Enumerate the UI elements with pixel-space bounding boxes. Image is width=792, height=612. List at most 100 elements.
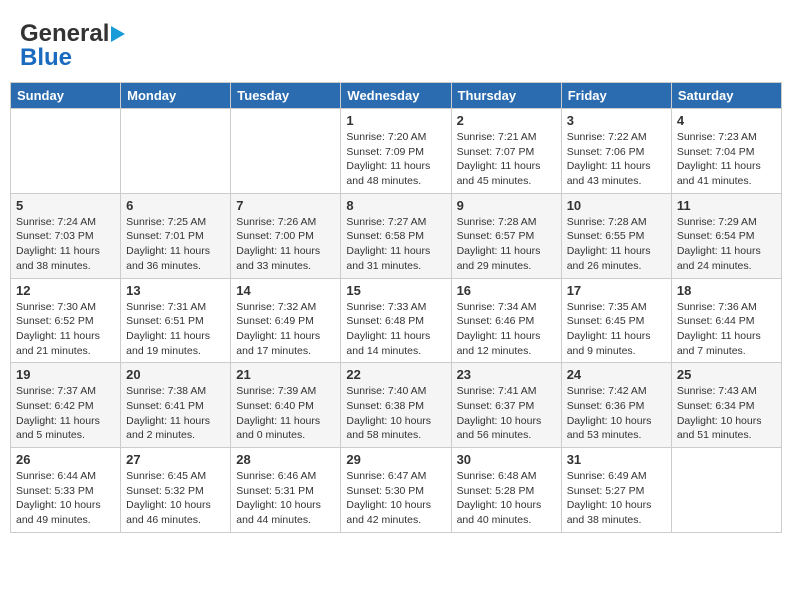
day-number: 18 (677, 283, 776, 298)
day-number: 26 (16, 452, 115, 467)
weekday-header-tuesday: Tuesday (231, 83, 341, 109)
calendar-cell: 1 Sunrise: 7:20 AM Sunset: 7:09 PM Daylig… (341, 109, 451, 194)
weekday-header-saturday: Saturday (671, 83, 781, 109)
calendar-cell: 27 Sunrise: 6:45 AM Sunset: 5:32 PM Dayli… (121, 448, 231, 533)
logo-blue: Blue (20, 44, 72, 72)
logo: General Blue (20, 20, 125, 72)
calendar-cell (121, 109, 231, 194)
calendar-body: 1 Sunrise: 7:20 AM Sunset: 7:09 PM Daylig… (11, 109, 782, 533)
day-number: 23 (457, 367, 556, 382)
calendar-cell: 9Sunrise: 7:28 AM Sunset: 6:57 PM Daylig… (451, 193, 561, 278)
day-number: 24 (567, 367, 666, 382)
day-number: 5 (16, 198, 115, 213)
calendar-cell: 31Sunrise: 6:49 AM Sunset: 5:27 PM Dayli… (561, 448, 671, 533)
day-info: Sunrise: 7:22 AM Sunset: 7:06 PM Dayligh… (567, 130, 666, 189)
day-number: 4 (677, 113, 776, 128)
day-info: Sunrise: 7:29 AM Sunset: 6:54 PM Dayligh… (677, 215, 776, 274)
day-info: Sunrise: 6:45 AM Sunset: 5:32 PM Dayligh… (126, 469, 225, 528)
day-number: 11 (677, 198, 776, 213)
calendar-cell: 18 Sunrise: 7:36 AM Sunset: 6:44 PM Dayli… (671, 278, 781, 363)
day-info: Sunrise: 7:38 AM Sunset: 6:41 PM Dayligh… (126, 384, 225, 443)
day-number: 19 (16, 367, 115, 382)
day-info: Sunrise: 7:31 AM Sunset: 6:51 PM Dayligh… (126, 300, 225, 359)
day-info: Sunrise: 7:33 AM Sunset: 6:48 PM Dayligh… (346, 300, 445, 359)
calendar-cell: 6 Sunrise: 7:25 AM Sunset: 7:01 PM Daylig… (121, 193, 231, 278)
day-info: Sunrise: 7:24 AM Sunset: 7:03 PM Dayligh… (16, 215, 115, 274)
day-info: Sunrise: 6:44 AM Sunset: 5:33 PM Dayligh… (16, 469, 115, 528)
calendar-cell: 2Sunrise: 7:21 AM Sunset: 7:07 PM Daylig… (451, 109, 561, 194)
day-number: 6 (126, 198, 225, 213)
day-info: Sunrise: 7:28 AM Sunset: 6:55 PM Dayligh… (567, 215, 666, 274)
day-number: 13 (126, 283, 225, 298)
day-number: 10 (567, 198, 666, 213)
calendar-cell: 22Sunrise: 7:40 AM Sunset: 6:38 PM Dayli… (341, 363, 451, 448)
day-info: Sunrise: 7:40 AM Sunset: 6:38 PM Dayligh… (346, 384, 445, 443)
calendar-cell: 26 Sunrise: 6:44 AM Sunset: 5:33 PM Dayli… (11, 448, 121, 533)
day-info: Sunrise: 7:39 AM Sunset: 6:40 PM Dayligh… (236, 384, 335, 443)
calendar-cell: 25 Sunrise: 7:43 AM Sunset: 6:34 PM Dayli… (671, 363, 781, 448)
calendar-cell: 12Sunrise: 7:30 AM Sunset: 6:52 PM Dayli… (11, 278, 121, 363)
calendar-cell: 13 Sunrise: 7:31 AM Sunset: 6:51 PM Dayli… (121, 278, 231, 363)
day-info: Sunrise: 7:23 AM Sunset: 7:04 PM Dayligh… (677, 130, 776, 189)
day-number: 3 (567, 113, 666, 128)
calendar-cell: 29 Sunrise: 6:47 AM Sunset: 5:30 PM Dayli… (341, 448, 451, 533)
calendar-cell: 11 Sunrise: 7:29 AM Sunset: 6:54 PM Dayli… (671, 193, 781, 278)
day-number: 27 (126, 452, 225, 467)
day-info: Sunrise: 7:30 AM Sunset: 6:52 PM Dayligh… (16, 300, 115, 359)
calendar-cell: 3 Sunrise: 7:22 AM Sunset: 7:06 PM Daylig… (561, 109, 671, 194)
calendar-cell: 24 Sunrise: 7:42 AM Sunset: 6:36 PM Dayli… (561, 363, 671, 448)
day-info: Sunrise: 7:28 AM Sunset: 6:57 PM Dayligh… (457, 215, 556, 274)
day-number: 1 (346, 113, 445, 128)
calendar-cell: 15 Sunrise: 7:33 AM Sunset: 6:48 PM Dayli… (341, 278, 451, 363)
day-info: Sunrise: 6:47 AM Sunset: 5:30 PM Dayligh… (346, 469, 445, 528)
calendar-cell: 5 Sunrise: 7:24 AM Sunset: 7:03 PM Daylig… (11, 193, 121, 278)
calendar-cell: 19 Sunrise: 7:37 AM Sunset: 6:42 PM Dayli… (11, 363, 121, 448)
calendar-table: SundayMondayTuesdayWednesdayThursdayFrid… (10, 82, 782, 533)
calendar-week-4: 19 Sunrise: 7:37 AM Sunset: 6:42 PM Dayli… (11, 363, 782, 448)
calendar-cell: 17 Sunrise: 7:35 AM Sunset: 6:45 PM Dayli… (561, 278, 671, 363)
weekday-header-monday: Monday (121, 83, 231, 109)
day-number: 20 (126, 367, 225, 382)
calendar-cell: 16 Sunrise: 7:34 AM Sunset: 6:46 PM Dayli… (451, 278, 561, 363)
day-info: Sunrise: 6:46 AM Sunset: 5:31 PM Dayligh… (236, 469, 335, 528)
day-info: Sunrise: 7:43 AM Sunset: 6:34 PM Dayligh… (677, 384, 776, 443)
day-number: 30 (457, 452, 556, 467)
day-number: 29 (346, 452, 445, 467)
day-number: 25 (677, 367, 776, 382)
calendar-header-row: SundayMondayTuesdayWednesdayThursdayFrid… (11, 83, 782, 109)
calendar-cell: 28Sunrise: 6:46 AM Sunset: 5:31 PM Dayli… (231, 448, 341, 533)
day-number: 7 (236, 198, 335, 213)
weekday-header-sunday: Sunday (11, 83, 121, 109)
day-info: Sunrise: 7:32 AM Sunset: 6:49 PM Dayligh… (236, 300, 335, 359)
calendar-cell: 23Sunrise: 7:41 AM Sunset: 6:37 PM Dayli… (451, 363, 561, 448)
calendar-cell (671, 448, 781, 533)
day-number: 8 (346, 198, 445, 213)
calendar-cell (231, 109, 341, 194)
day-number: 21 (236, 367, 335, 382)
calendar-cell: 10 Sunrise: 7:28 AM Sunset: 6:55 PM Dayli… (561, 193, 671, 278)
calendar-cell: 7Sunrise: 7:26 AM Sunset: 7:00 PM Daylig… (231, 193, 341, 278)
calendar-cell: 14 Sunrise: 7:32 AM Sunset: 6:49 PM Dayli… (231, 278, 341, 363)
day-info: Sunrise: 6:48 AM Sunset: 5:28 PM Dayligh… (457, 469, 556, 528)
calendar-cell: 21 Sunrise: 7:39 AM Sunset: 6:40 PM Dayli… (231, 363, 341, 448)
calendar-week-1: 1 Sunrise: 7:20 AM Sunset: 7:09 PM Daylig… (11, 109, 782, 194)
calendar-cell (11, 109, 121, 194)
calendar-cell: 30 Sunrise: 6:48 AM Sunset: 5:28 PM Dayli… (451, 448, 561, 533)
day-number: 17 (567, 283, 666, 298)
weekday-header-friday: Friday (561, 83, 671, 109)
day-info: Sunrise: 7:36 AM Sunset: 6:44 PM Dayligh… (677, 300, 776, 359)
logo-arrow-icon (111, 26, 125, 42)
day-number: 16 (457, 283, 556, 298)
calendar-week-3: 12Sunrise: 7:30 AM Sunset: 6:52 PM Dayli… (11, 278, 782, 363)
day-number: 15 (346, 283, 445, 298)
day-info: Sunrise: 7:35 AM Sunset: 6:45 PM Dayligh… (567, 300, 666, 359)
day-number: 14 (236, 283, 335, 298)
weekday-header-thursday: Thursday (451, 83, 561, 109)
day-info: Sunrise: 7:34 AM Sunset: 6:46 PM Dayligh… (457, 300, 556, 359)
day-number: 31 (567, 452, 666, 467)
day-info: Sunrise: 7:20 AM Sunset: 7:09 PM Dayligh… (346, 130, 445, 189)
day-info: Sunrise: 7:42 AM Sunset: 6:36 PM Dayligh… (567, 384, 666, 443)
day-info: Sunrise: 7:25 AM Sunset: 7:01 PM Dayligh… (126, 215, 225, 274)
day-info: Sunrise: 7:37 AM Sunset: 6:42 PM Dayligh… (16, 384, 115, 443)
day-number: 2 (457, 113, 556, 128)
